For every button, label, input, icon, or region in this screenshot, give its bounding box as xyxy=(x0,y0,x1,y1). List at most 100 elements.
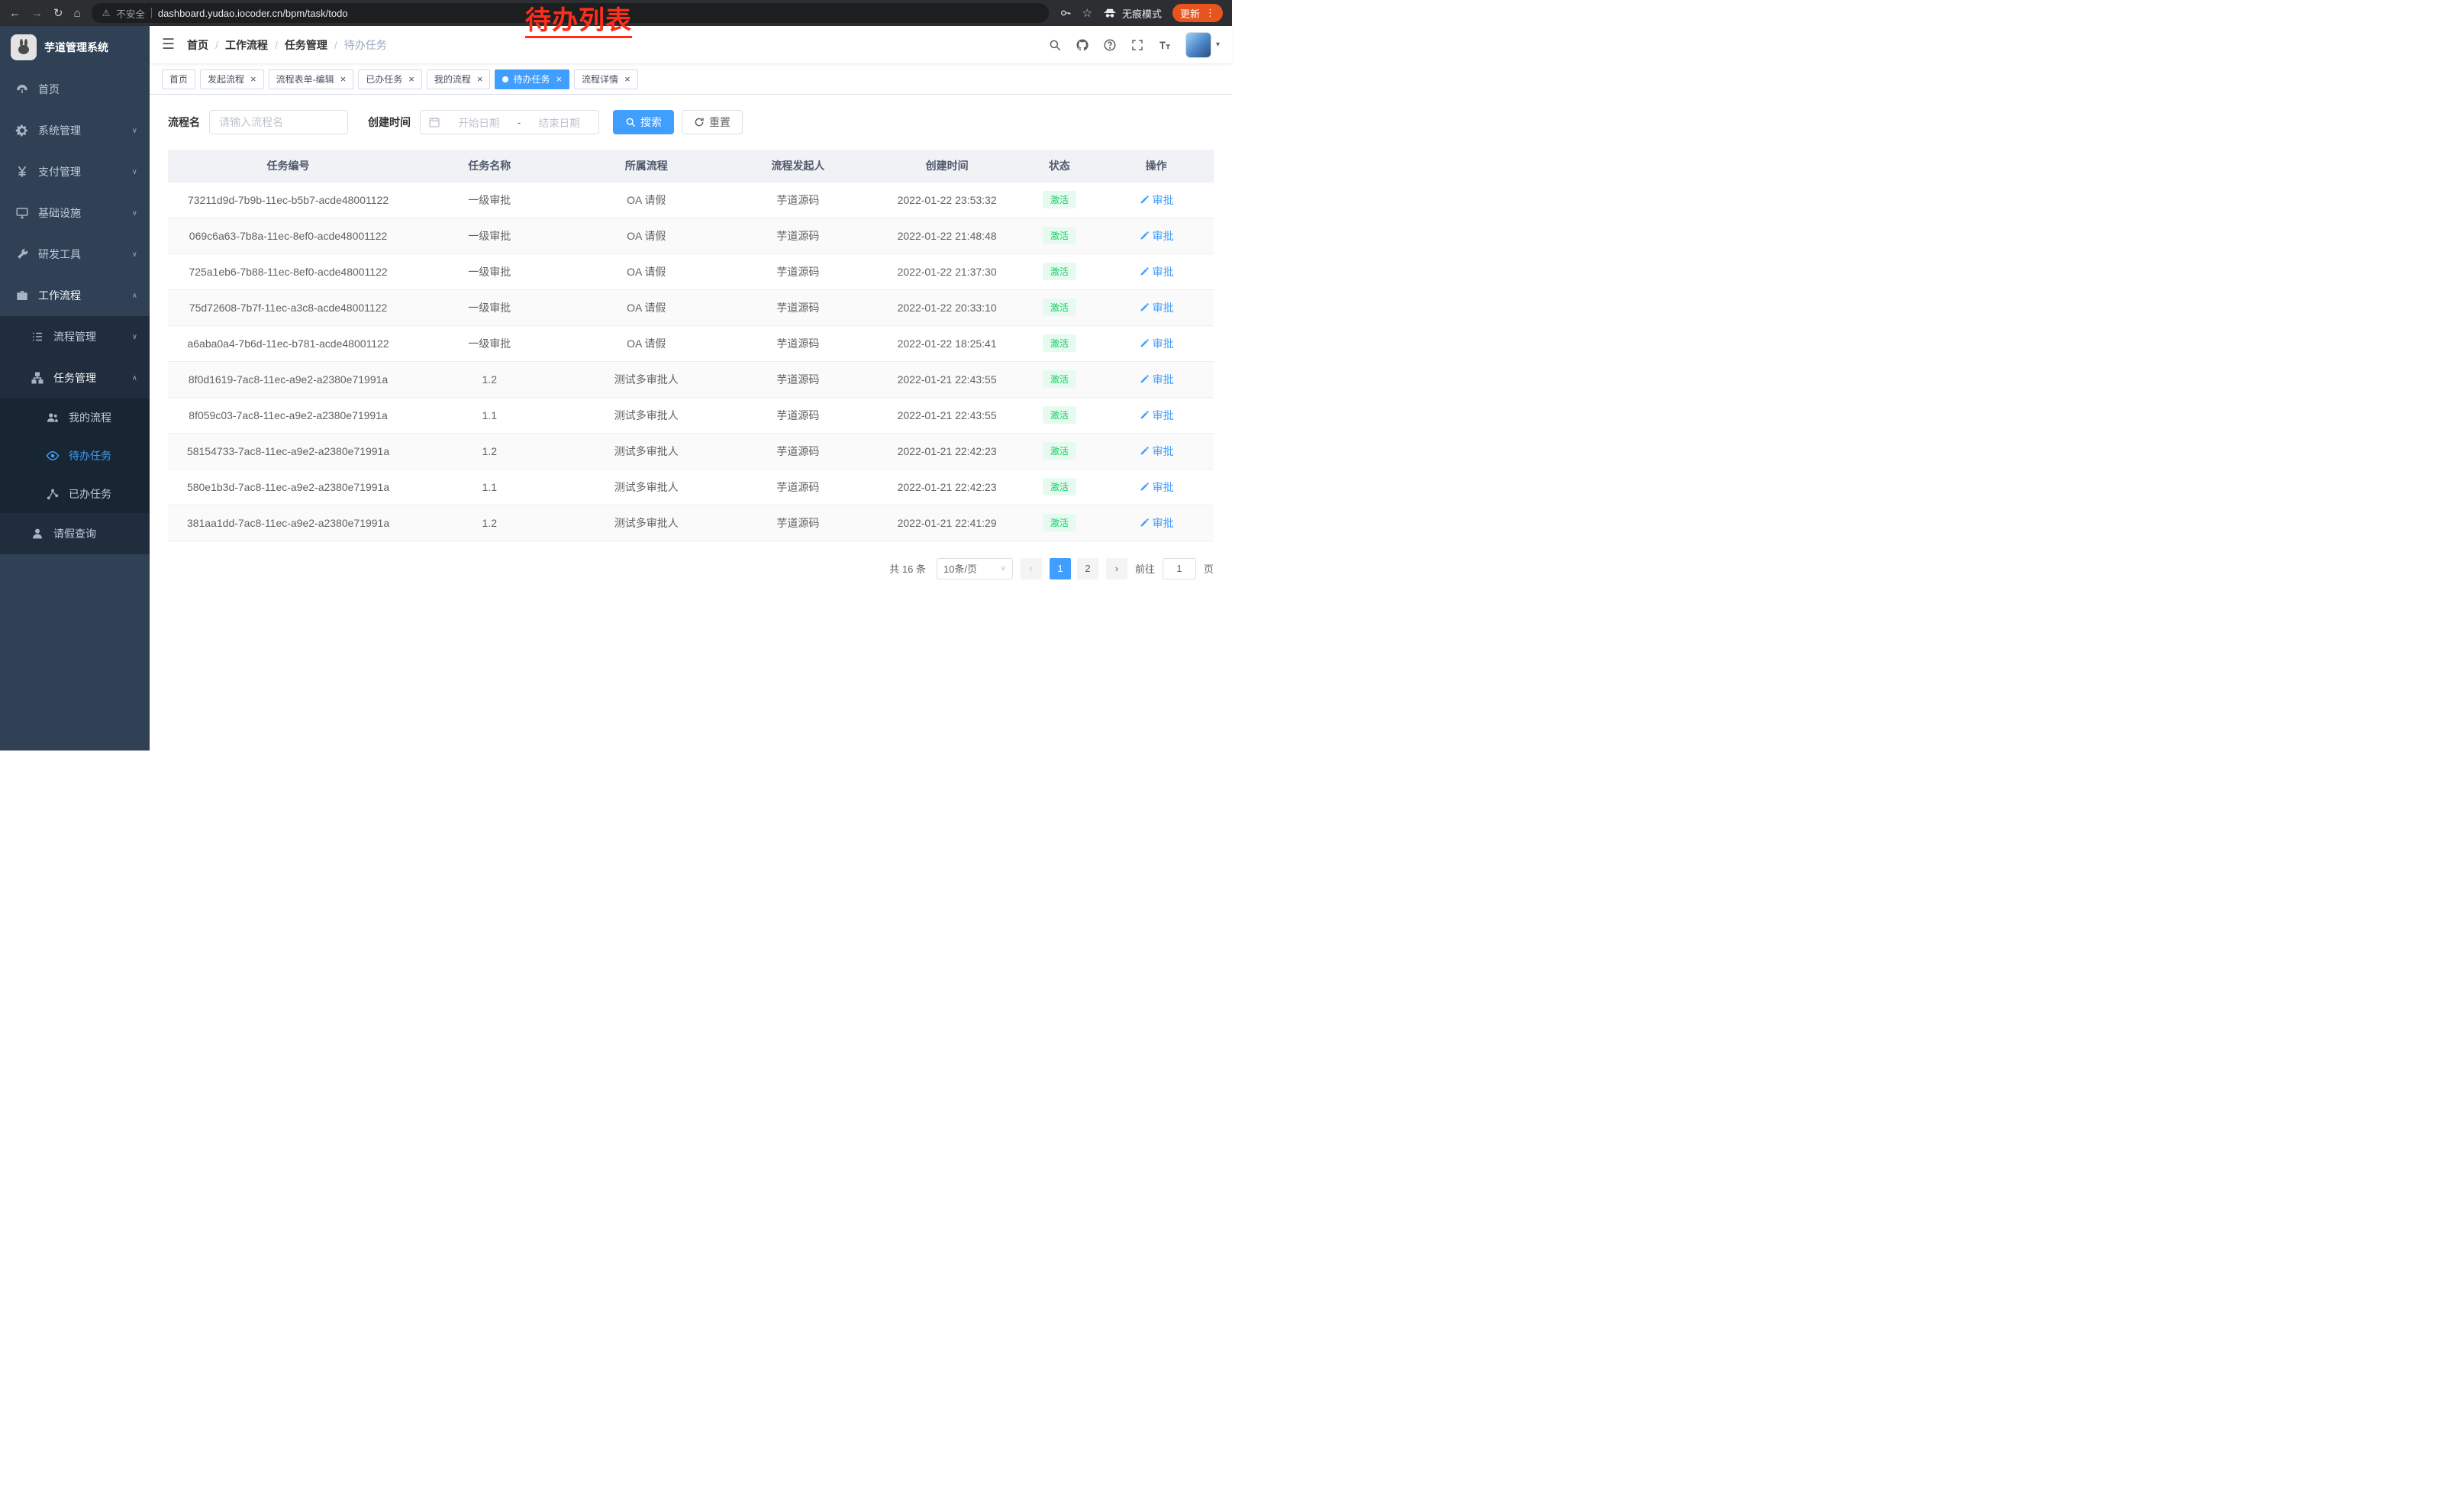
sidebar-item-done-tasks[interactable]: 已办任务 xyxy=(0,475,150,513)
approve-button[interactable]: 审批 xyxy=(1139,444,1174,459)
tab-item[interactable]: 流程详情× xyxy=(574,69,638,89)
tab-close-icon[interactable]: × xyxy=(250,74,256,84)
action-cell: 审批 xyxy=(1098,218,1214,253)
sidebar-item-task-management[interactable]: 任务管理 ∧ xyxy=(0,357,150,399)
sidebar-item-workflow[interactable]: 工作流程 ∧ xyxy=(0,275,150,316)
reload-icon[interactable]: ↻ xyxy=(53,8,63,19)
update-button[interactable]: 更新 ⋮ xyxy=(1172,4,1223,22)
task-id-cell: 73211d9d-7b9b-11ec-b5b7-acde48001122 xyxy=(168,182,408,218)
goto-page-input[interactable] xyxy=(1163,558,1196,579)
sidebar-item-infrastructure[interactable]: 基础设施 ∨ xyxy=(0,192,150,234)
sidebar-item-payment[interactable]: 支付管理 ∨ xyxy=(0,151,150,192)
process-cell: OA 请假 xyxy=(570,289,722,325)
github-icon[interactable] xyxy=(1076,38,1089,52)
chevron-down-icon: ∨ xyxy=(132,168,137,176)
tab-close-icon[interactable]: × xyxy=(408,74,414,84)
page-button[interactable]: 2 xyxy=(1077,558,1098,579)
monitor-icon xyxy=(15,206,29,220)
date-range-picker[interactable]: 开始日期 - 结束日期 xyxy=(420,110,599,134)
task-management-submenu: 我的流程 待办任务 已办任务 xyxy=(0,399,150,513)
tab-close-icon[interactable]: × xyxy=(340,74,347,84)
fullscreen-icon[interactable] xyxy=(1130,38,1144,52)
next-page-button[interactable]: › xyxy=(1106,558,1127,579)
back-icon[interactable]: ← xyxy=(9,8,21,19)
tab-item[interactable]: 我的流程× xyxy=(427,69,491,89)
help-icon[interactable] xyxy=(1103,38,1117,52)
approve-button[interactable]: 审批 xyxy=(1139,515,1174,531)
process-name-input[interactable] xyxy=(209,110,348,134)
page-button[interactable]: 1 xyxy=(1050,558,1071,579)
approve-button[interactable]: 审批 xyxy=(1139,408,1174,423)
search-button[interactable]: 搜索 xyxy=(613,110,674,134)
sidebar-collapse-icon[interactable]: ☰ xyxy=(162,36,175,53)
forward-icon[interactable]: → xyxy=(31,8,43,19)
user-menu[interactable]: ▾ xyxy=(1185,32,1220,58)
tab-close-icon[interactable]: × xyxy=(556,74,562,84)
approve-label: 审批 xyxy=(1153,192,1174,208)
initiator-cell: 芋道源码 xyxy=(722,433,874,469)
status-badge: 激活 xyxy=(1043,370,1076,388)
approve-button[interactable]: 审批 xyxy=(1139,336,1174,351)
sidebar-item-todo-tasks[interactable]: 待办任务 xyxy=(0,437,150,475)
start-date-input[interactable]: 开始日期 xyxy=(447,115,511,130)
chevron-down-icon: ∨ xyxy=(1001,564,1006,573)
sidebar-item-my-process[interactable]: 我的流程 xyxy=(0,399,150,437)
approve-button[interactable]: 审批 xyxy=(1139,372,1174,387)
sidebar-item-leave-query[interactable]: 请假查询 xyxy=(0,513,150,554)
approve-button[interactable]: 审批 xyxy=(1139,264,1174,279)
security-label: 不安全 xyxy=(116,6,145,21)
task-table-body: 73211d9d-7b9b-11ec-b5b7-acde48001122一级审批… xyxy=(168,182,1214,541)
approve-label: 审批 xyxy=(1153,515,1174,531)
page-size-select[interactable]: 10条/页 ∨ xyxy=(937,558,1013,579)
tab-item[interactable]: 首页 xyxy=(162,69,195,89)
status-badge: 激活 xyxy=(1043,334,1076,352)
tab-item[interactable]: 已办任务× xyxy=(358,69,422,89)
font-size-icon[interactable] xyxy=(1158,38,1172,52)
sidebar-item-home[interactable]: 首页 xyxy=(0,69,150,110)
password-key-icon[interactable] xyxy=(1059,7,1072,19)
created-time-cell: 2022-01-22 20:33:10 xyxy=(874,289,1021,325)
share-nodes-icon xyxy=(46,487,60,501)
tab-close-icon[interactable]: × xyxy=(477,74,483,84)
sidebar-item-process-management[interactable]: 流程管理 ∨ xyxy=(0,316,150,357)
status-cell: 激活 xyxy=(1021,433,1099,469)
task-name-cell: 1.1 xyxy=(408,469,570,505)
warning-icon: ⚠ xyxy=(102,8,111,18)
search-icon[interactable] xyxy=(1048,38,1062,52)
chevron-up-icon: ∧ xyxy=(132,374,137,383)
breadcrumb-item[interactable]: 工作流程 xyxy=(225,37,268,53)
sidebar-item-system[interactable]: 系统管理 ∨ xyxy=(0,110,150,151)
chevron-up-icon: ∧ xyxy=(132,292,137,300)
task-row: 58154733-7ac8-11ec-a9e2-a2380e71991a1.2测… xyxy=(168,433,1214,469)
sidebar-item-devtools[interactable]: 研发工具 ∨ xyxy=(0,234,150,275)
tab-item[interactable]: 待办任务× xyxy=(495,69,569,89)
avatar[interactable] xyxy=(1185,32,1211,58)
prev-page-button[interactable]: ‹ xyxy=(1021,558,1042,579)
browser-menu-icon[interactable]: ⋮ xyxy=(1205,7,1215,19)
approve-label: 审批 xyxy=(1153,336,1174,351)
logo-area[interactable]: 芋道管理系统 xyxy=(0,26,150,69)
approve-button[interactable]: 审批 xyxy=(1139,479,1174,495)
process-cell: 测试多审批人 xyxy=(570,433,722,469)
edit-icon xyxy=(1139,338,1150,349)
home-icon[interactable]: ⌂ xyxy=(74,8,81,19)
breadcrumb-item[interactable]: 任务管理 xyxy=(285,37,327,53)
approve-button[interactable]: 审批 xyxy=(1139,192,1174,208)
approve-button[interactable]: 审批 xyxy=(1139,300,1174,315)
status-cell: 激活 xyxy=(1021,361,1099,397)
tab-item[interactable]: 发起流程× xyxy=(200,69,264,89)
column-header: 任务名称 xyxy=(408,150,570,182)
breadcrumb-separator: / xyxy=(215,39,218,51)
bookmark-star-icon[interactable]: ☆ xyxy=(1082,6,1092,20)
task-row: 75d72608-7b7f-11ec-a3c8-acde48001122一级审批… xyxy=(168,289,1214,325)
status-cell: 激活 xyxy=(1021,469,1099,505)
task-row: 8f0d1619-7ac8-11ec-a9e2-a2380e71991a1.2测… xyxy=(168,361,1214,397)
status-cell: 激活 xyxy=(1021,253,1099,289)
reset-button[interactable]: 重置 xyxy=(682,110,743,134)
tab-close-icon[interactable]: × xyxy=(624,74,631,84)
end-date-input[interactable]: 结束日期 xyxy=(527,115,591,130)
approve-button[interactable]: 审批 xyxy=(1139,228,1174,244)
tab-item[interactable]: 流程表单-编辑× xyxy=(269,69,354,89)
task-id-cell: 75d72608-7b7f-11ec-a3c8-acde48001122 xyxy=(168,289,408,325)
breadcrumb-item[interactable]: 首页 xyxy=(187,37,208,53)
